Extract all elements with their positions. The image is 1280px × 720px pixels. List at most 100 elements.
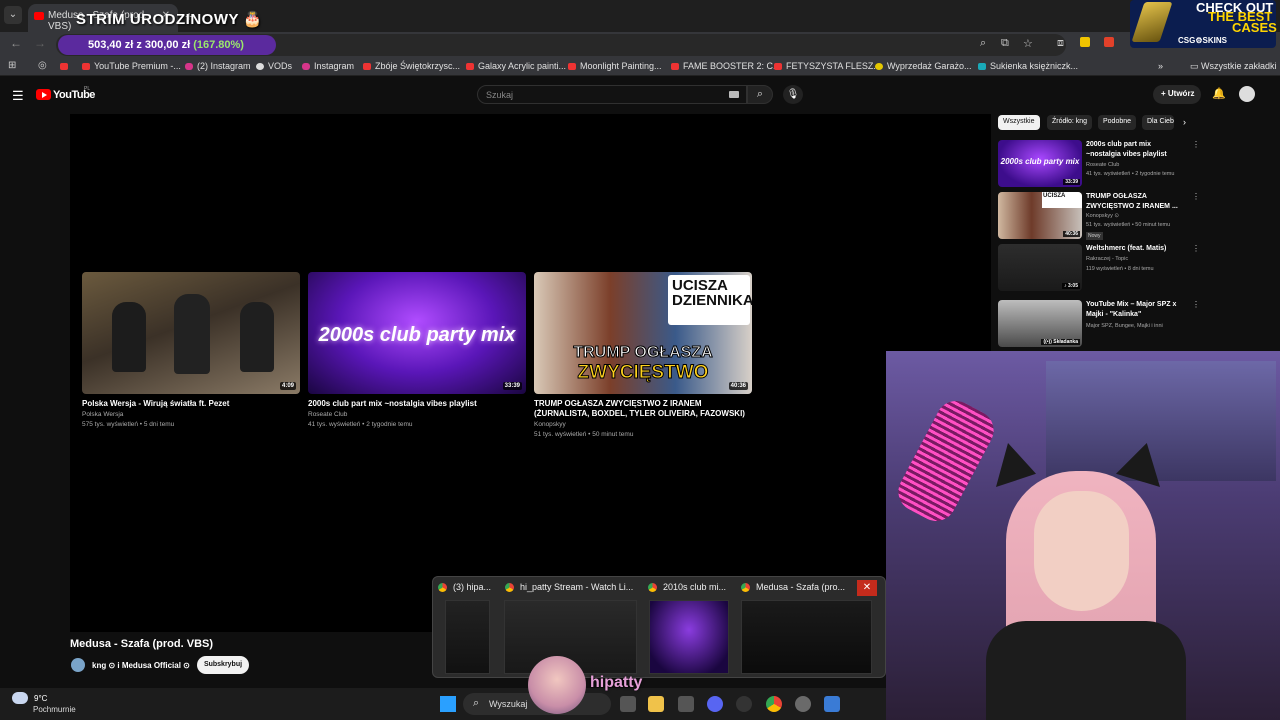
- video-thumbnail[interactable]: 4:09: [82, 272, 300, 394]
- video-thumbnail[interactable]: 2000s club party mix 33:39: [998, 140, 1082, 187]
- tab-search-chevron-icon[interactable]: ⌄: [4, 6, 22, 24]
- obs-icon[interactable]: [736, 696, 752, 712]
- more-vert-icon[interactable]: ⋮: [1192, 300, 1200, 309]
- video-duration: 40:36: [728, 382, 748, 390]
- video-thumbnail[interactable]: UCISZA DZIENNIKARZA TRUMP OGŁASZA ZWYCIĘ…: [534, 272, 752, 394]
- video-duration: 33:39: [502, 382, 522, 390]
- keyboard-icon[interactable]: [729, 91, 739, 98]
- search-input[interactable]: Szukaj: [477, 85, 747, 104]
- chip-all[interactable]: Wszystkie: [998, 115, 1040, 130]
- donation-amount: 503,40 zł z 300,00 zł: [88, 39, 191, 51]
- windows-start-icon[interactable]: [440, 696, 456, 712]
- more-vert-icon[interactable]: ⋮: [1192, 140, 1200, 149]
- bookmark-item[interactable]: Zbóje Świętokrzysc...: [363, 61, 460, 71]
- video-title[interactable]: 2000s club part mix ~nostalgia vibes pla…: [1086, 140, 1186, 159]
- preview-thumbnail[interactable]: [741, 600, 872, 674]
- channel-name[interactable]: kng ⊙ i Medusa Official ⊙: [92, 661, 190, 670]
- settings-gear-icon[interactable]: [795, 696, 811, 712]
- search-icon[interactable]: ⌕: [747, 85, 773, 104]
- video-title[interactable]: YouTube Mix – Major SPZ x Majki - "Kalin…: [1086, 300, 1186, 319]
- video-title[interactable]: 2000s club part mix ~nostalgia vibes pla…: [308, 399, 530, 409]
- close-icon[interactable]: ✕: [857, 580, 877, 596]
- back-arrow-icon[interactable]: ←: [10, 36, 22, 50]
- channel-name[interactable]: Polska Wersja: [82, 411, 123, 418]
- preview-thumbnail[interactable]: [445, 600, 490, 674]
- channel-name[interactable]: Konopskyy ⊙: [1086, 213, 1119, 219]
- video-meta: 575 tys. wyświetleń • 5 dni temu: [82, 421, 175, 428]
- chrome-icon: [741, 583, 750, 593]
- bookmarks-overflow-icon[interactable]: »: [1158, 61, 1163, 71]
- bookmark-item[interactable]: [60, 61, 72, 71]
- zoom-icon[interactable]: ⌕: [980, 37, 986, 50]
- bookmark-item[interactable]: (2) Instagram: [185, 61, 251, 71]
- more-vert-icon[interactable]: ⋮: [1192, 192, 1200, 201]
- channel-name[interactable]: Roseate Club: [1086, 162, 1119, 168]
- file-explorer-icon[interactable]: [648, 696, 664, 712]
- chrome-icon[interactable]: [766, 696, 782, 712]
- avatar[interactable]: [1239, 86, 1255, 102]
- video-meta: 51 tys. wyświetleń • 50 minut temu: [1086, 222, 1171, 228]
- video-thumbnail[interactable]: ((•)) Składanka: [998, 300, 1082, 347]
- preview-window-label[interactable]: hi_patty Stream - Watch Li...: [505, 582, 633, 593]
- video-thumbnail[interactable]: 2000s club party mix 33:39: [308, 272, 526, 394]
- task-view-icon[interactable]: [620, 696, 636, 712]
- preview-thumbnail[interactable]: [649, 600, 729, 674]
- video-title[interactable]: TRUMP OGŁASZA ZWYCIĘSTWO Z IRANEM (ŻURNA…: [534, 399, 756, 419]
- hamburger-menu-icon[interactable]: ☰: [12, 88, 24, 104]
- bookmark-star-icon[interactable]: ☆: [1023, 37, 1033, 50]
- bookmark-item[interactable]: Wyprzedaż Garażo...: [875, 61, 971, 71]
- channel-avatar[interactable]: [71, 658, 85, 672]
- bell-icon[interactable]: 🔔: [1212, 87, 1226, 100]
- extension-red-icon[interactable]: [1104, 37, 1114, 47]
- chip-for-you[interactable]: Dla Ciebie: [1142, 115, 1174, 130]
- channel-name[interactable]: Roseate Club: [308, 411, 347, 418]
- weather-temp[interactable]: 9°C: [34, 694, 47, 703]
- preview-window-label[interactable]: Medusa - Szafa (pro...: [741, 582, 845, 593]
- page-title: Medusa - Szafa (prod. VBS): [70, 638, 214, 650]
- apps-grid-icon[interactable]: ⊞: [8, 60, 16, 71]
- preview-window-label[interactable]: 2010s club mi...: [648, 582, 726, 593]
- bookmark-item[interactable]: FETYSZYSTA FLESZ...: [774, 61, 881, 71]
- bookmark-item[interactable]: FAME BOOSTER 2: C...: [671, 61, 781, 71]
- chrome-icon: [505, 583, 514, 593]
- more-vert-icon[interactable]: ⋮: [1192, 244, 1200, 253]
- preview-window-label[interactable]: (3) hipa...: [438, 582, 491, 593]
- create-button[interactable]: + Utwórz: [1153, 85, 1201, 104]
- chevron-right-icon[interactable]: ›: [1183, 117, 1186, 127]
- forward-arrow-icon[interactable]: →: [34, 36, 46, 50]
- region-code: PL: [84, 86, 91, 92]
- weather-condition[interactable]: Pochmurnie: [33, 705, 76, 714]
- notepad-icon[interactable]: [824, 696, 840, 712]
- streamer-face: [1034, 491, 1129, 611]
- bookmark-item[interactable]: YouTube Premium -...: [82, 61, 181, 71]
- bookmark-item[interactable]: Moonlight Painting...: [568, 61, 662, 71]
- bookmark-item[interactable]: Sukienka księżniczk...: [978, 61, 1078, 71]
- bookmark-item[interactable]: VODs: [256, 61, 292, 71]
- video-title[interactable]: TRUMP OGŁASZA ZWYCIĘSTWO Z IRANEM ...: [1086, 192, 1186, 211]
- install-icon[interactable]: ⧉: [1001, 37, 1009, 50]
- extension-icon[interactable]: ⧈: [1057, 37, 1064, 50]
- microphone-icon[interactable]: 🎙: [783, 85, 803, 104]
- store-icon[interactable]: [678, 696, 694, 712]
- all-bookmarks-folder[interactable]: ▭ Wszystkie zakładki: [1190, 61, 1277, 72]
- discord-icon[interactable]: [707, 696, 723, 712]
- chip-similar[interactable]: Podobne: [1098, 115, 1137, 130]
- channel-name[interactable]: Konopskyy: [534, 421, 566, 428]
- microphone-image: [891, 393, 1001, 529]
- chip-source[interactable]: Źródło: kng: [1047, 115, 1093, 130]
- subscribe-button[interactable]: Subskrybuj: [197, 656, 249, 674]
- youtube-favicon-icon: [34, 12, 44, 20]
- chrome-bookmark-icon[interactable]: ◎: [38, 60, 47, 71]
- video-title[interactable]: Weltshmerc (feat. Matis): [1086, 244, 1186, 254]
- video-thumbnail[interactable]: UCISZA 40:36: [998, 192, 1082, 239]
- channel-name[interactable]: Major SPZ, Bungee, Majki i inni: [1086, 323, 1163, 329]
- video-title[interactable]: Polska Wersja - Wirują światła ft. Pezet: [82, 399, 304, 409]
- chrome-icon: [438, 583, 447, 593]
- channel-name[interactable]: Rakraczej - Topic: [1086, 256, 1128, 262]
- new-badge: Nowy: [1086, 232, 1103, 240]
- extension-yellow-icon[interactable]: [1080, 37, 1090, 47]
- video-thumbnail[interactable]: ♪ 3:05: [998, 244, 1082, 291]
- cloud-icon[interactable]: [12, 692, 28, 704]
- bookmark-item[interactable]: Galaxy Acrylic painti...: [466, 61, 566, 71]
- bookmark-item[interactable]: Instagram: [302, 61, 354, 71]
